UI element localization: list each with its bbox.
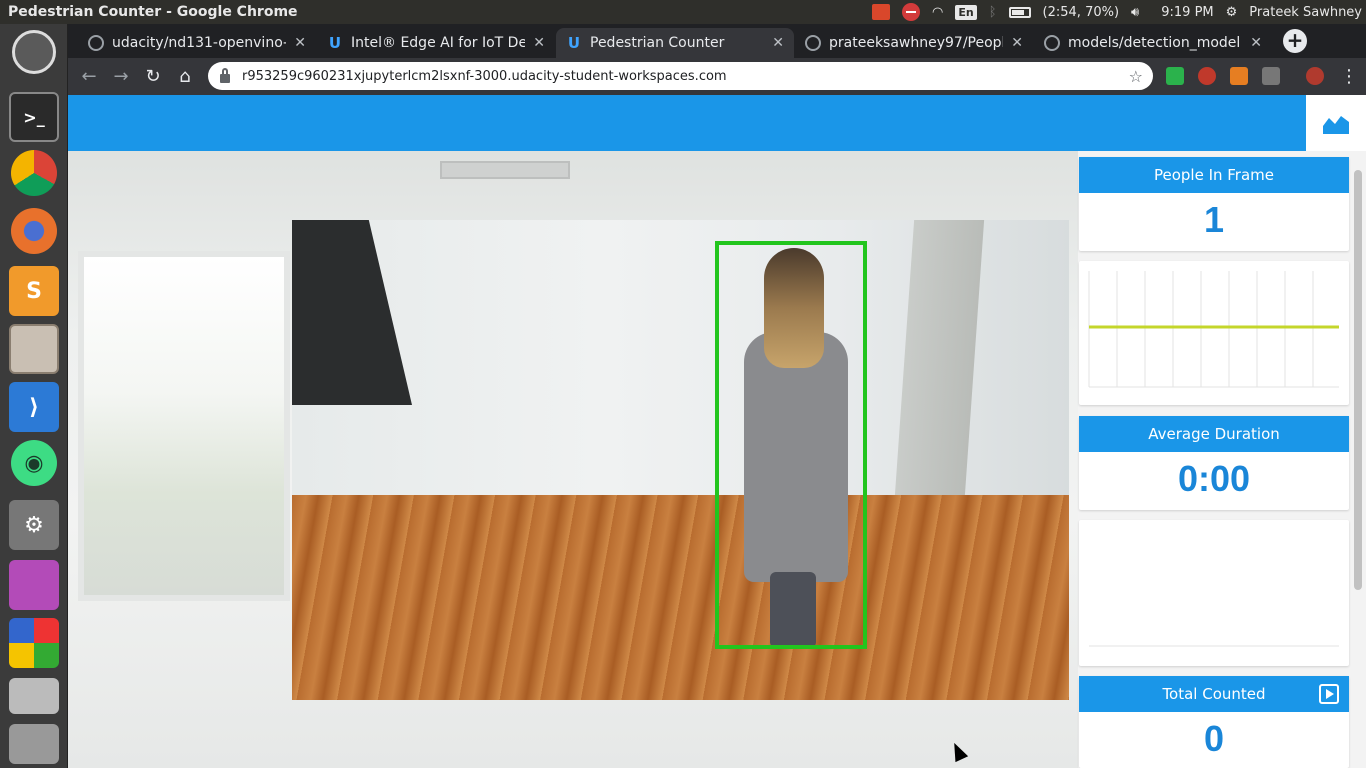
avatar[interactable] (1306, 67, 1324, 85)
close-icon[interactable]: ✕ (1250, 35, 1262, 51)
reload-button[interactable]: ↻ (140, 64, 166, 90)
average-duration-label: Average Duration (1079, 416, 1349, 452)
lock-icon[interactable] (220, 67, 230, 83)
wooden-floor (292, 495, 1069, 700)
files-icon[interactable] (9, 324, 59, 374)
tab-label: Intel® Edge AI for IoT Dev (351, 35, 526, 51)
background-ceiling-vent (440, 161, 570, 179)
average-duration-card: Average Duration 0:00 (1079, 416, 1349, 510)
area-chart-icon (1323, 116, 1349, 134)
background-window-image (78, 251, 290, 601)
close-icon[interactable]: ✕ (533, 35, 545, 51)
software-center-icon[interactable] (9, 618, 59, 668)
shield-extension-icon[interactable] (1166, 67, 1184, 85)
people-graph-card (1079, 261, 1349, 405)
tab-intel-edge-ai[interactable]: U Intel® Edge AI for IoT Dev ✕ (317, 28, 555, 58)
wifi-icon[interactable]: ◠ (932, 5, 943, 20)
tab-github-people-counter[interactable]: prateeksawhney97/Peopl ✕ (795, 28, 1033, 58)
github-icon (805, 35, 821, 51)
new-tab-button[interactable]: + (1283, 29, 1307, 53)
tab-label: Pedestrian Counter (590, 35, 725, 51)
detection-bounding-box (715, 241, 867, 649)
duration-graph-card (1079, 520, 1349, 666)
stats-chart-button[interactable] (1306, 95, 1366, 151)
battery-status[interactable]: (2:54, 70%) (1043, 5, 1120, 20)
keyboard-layout-indicator[interactable]: En (955, 4, 977, 20)
unity-launcher: >_ S ⟩ ◉ ⚙ (0, 24, 68, 768)
user-menu[interactable]: Prateek Sawhney (1249, 5, 1362, 20)
tab-github-detection-models[interactable]: models/detection_model ✕ (1034, 28, 1272, 58)
system-top-panel: Pedestrian Counter - Google Chrome ◠ En … (0, 0, 1366, 24)
battery-icon[interactable] (1008, 6, 1031, 18)
people-in-frame-graph (1088, 271, 1339, 388)
play-icon[interactable] (1319, 684, 1339, 704)
address-bar[interactable]: r953259c960231xjupyterlcm2lsxnf-3000.uda… (208, 62, 1153, 90)
total-counted-value: 0 (1203, 718, 1225, 759)
stats-extension-icon[interactable] (1262, 67, 1280, 85)
do-not-disturb-icon[interactable] (902, 3, 921, 21)
people-in-frame-value: 1 (1203, 199, 1225, 240)
gear-icon[interactable]: ⚙ (1226, 5, 1238, 20)
fox-extension-icon[interactable] (1230, 67, 1248, 85)
tab-github-openvino[interactable]: udacity/nd131-openvino-f ✕ (78, 28, 316, 58)
volume-icon[interactable]: 🔊︎ (1131, 5, 1139, 20)
github-icon (88, 35, 104, 51)
tab-label: prateeksawhney97/Peopl (829, 35, 1004, 51)
disk-drive-icon[interactable] (9, 678, 59, 714)
tab-pedestrian-counter[interactable]: U Pedestrian Counter ✕ (556, 28, 794, 58)
github-icon (1044, 35, 1060, 51)
trash-icon[interactable] (9, 724, 59, 764)
close-icon[interactable]: ✕ (772, 35, 784, 51)
scrollbar[interactable] (1353, 170, 1363, 768)
udacity-icon: U (328, 34, 342, 52)
app-window-icon[interactable] (9, 560, 59, 610)
total-counted-label: Total Counted (1162, 685, 1266, 703)
people-in-frame-label: People In Frame (1079, 157, 1349, 193)
average-duration-value: 0:00 (1177, 458, 1251, 499)
scrollbar-thumb[interactable] (1354, 170, 1362, 590)
chrome-icon[interactable] (11, 150, 57, 196)
close-icon[interactable]: ✕ (294, 35, 306, 51)
chrome-menu-button[interactable]: ⋮ (1336, 64, 1362, 90)
screen-recorder-icon[interactable] (872, 4, 891, 20)
close-icon[interactable]: ✕ (1011, 35, 1023, 51)
ubuntu-dash-icon[interactable] (12, 30, 56, 74)
window-title: Pedestrian Counter - Google Chrome (8, 4, 298, 20)
clock[interactable]: 9:19 PM (1161, 5, 1213, 20)
system-settings-icon[interactable]: ⚙ (9, 500, 59, 550)
total-counted-card: Total Counted 0 (1079, 676, 1349, 768)
bookmark-star-icon[interactable]: ☆ (1129, 67, 1143, 86)
home-button[interactable]: ⌂ (172, 64, 198, 90)
people-in-frame-card: People In Frame 1 (1079, 157, 1349, 251)
browser-tab-strip: udacity/nd131-openvino-f ✕ U Intel® Edge… (68, 24, 1366, 58)
udacity-icon: U (567, 34, 581, 52)
back-button[interactable]: ← (76, 64, 102, 90)
tab-label: models/detection_model (1068, 35, 1241, 51)
android-studio-icon[interactable]: ◉ (11, 440, 57, 486)
tab-label: udacity/nd131-openvino-f (112, 35, 287, 51)
url-text[interactable]: r953259c960231xjupyterlcm2lsxnf-3000.uda… (242, 69, 1129, 84)
vscode-icon[interactable]: ⟩ (9, 382, 59, 432)
sublime-text-icon[interactable]: S (9, 266, 59, 316)
browser-toolbar: ← → ↻ ⌂ r953259c960231xjupyterlcm2lsxnf-… (68, 58, 1366, 95)
extension-icon[interactable] (1198, 67, 1216, 85)
app-header (68, 95, 1366, 151)
video-feed (292, 220, 1069, 700)
forward-button[interactable]: → (108, 64, 134, 90)
terminal-icon[interactable]: >_ (9, 92, 59, 142)
bluetooth-icon[interactable]: ᛒ (989, 5, 997, 20)
pedestrian-counter-app: People In Frame 1 Average Duration 0:00 (68, 95, 1366, 768)
firefox-icon[interactable] (11, 208, 57, 254)
duration-graph (1089, 645, 1339, 647)
